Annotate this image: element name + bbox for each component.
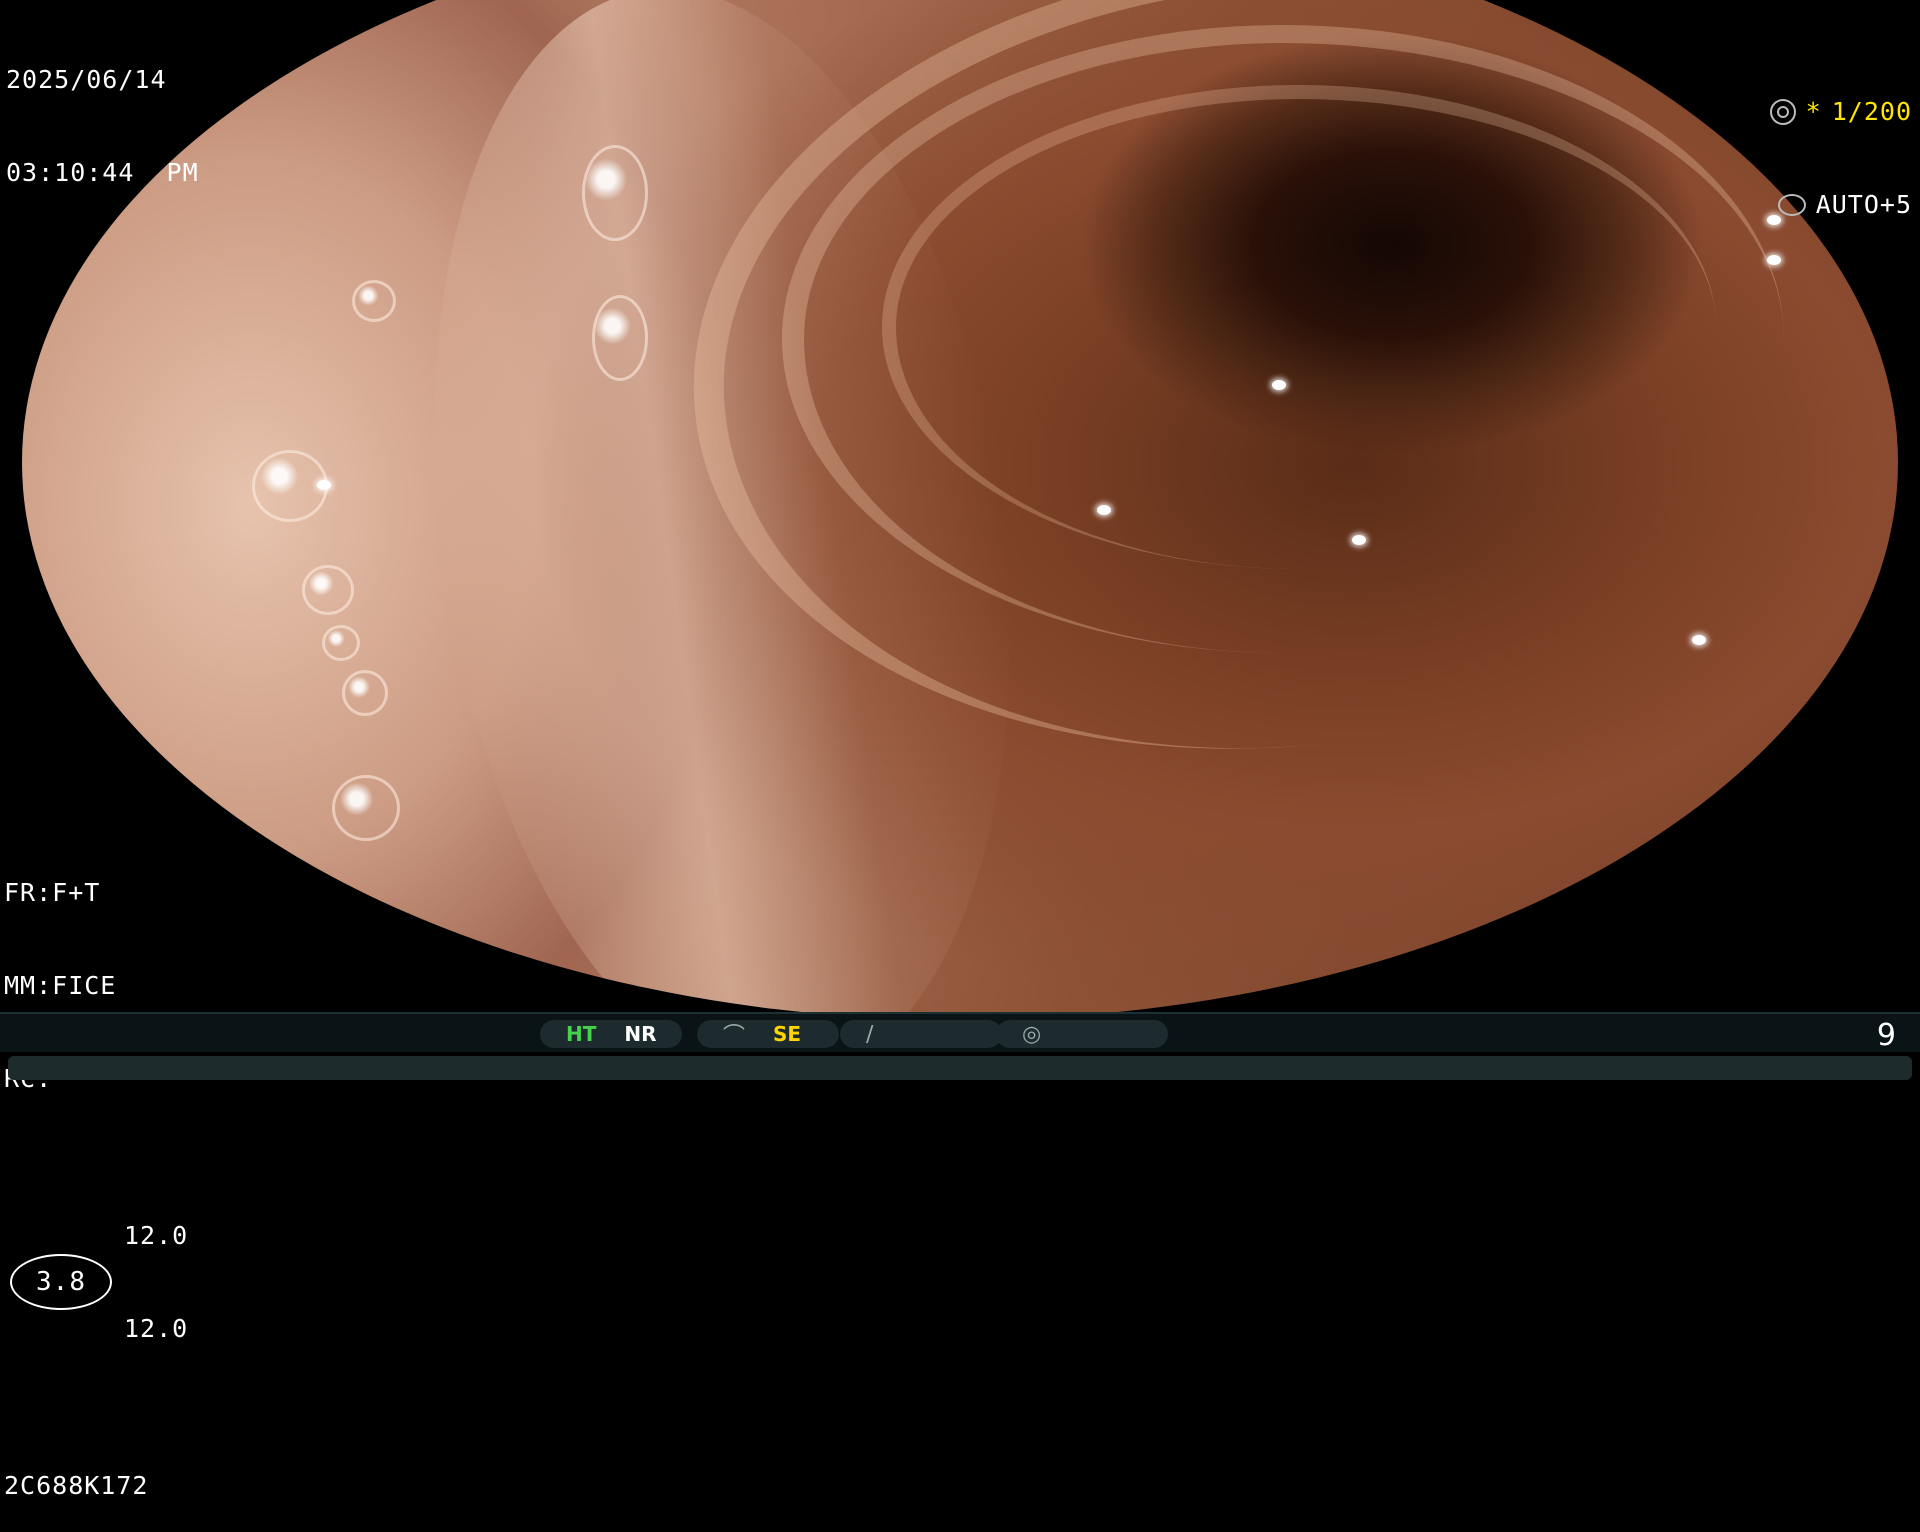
mm-label: MM:FICE: [4, 971, 117, 1000]
exposure-value: AUTO+5: [1815, 190, 1912, 219]
structure-enhance-icon: ⌒: [723, 1024, 746, 1049]
exposure-overlay: * 1/200 AUTO+5: [1769, 34, 1912, 251]
bubble: [582, 145, 648, 241]
bubble: [592, 295, 648, 381]
ring-value-1: 12.0: [124, 1221, 189, 1250]
page-number: 9: [1876, 1018, 1896, 1053]
ring-value: 3.8: [10, 1254, 112, 1310]
circular-fold: [882, 85, 1716, 569]
exposure-row: AUTO+5: [1770, 189, 1912, 220]
specular-highlight: [1097, 505, 1111, 515]
slash-icon: ∕: [866, 1021, 874, 1047]
bottom-bar: [8, 1056, 1912, 1080]
se-indicator: ⌒ SE: [697, 1020, 839, 1049]
specular-highlight: [1767, 255, 1781, 265]
bubble: [332, 775, 400, 841]
ring-indicator: 3.8 12.0 12.0: [4, 1158, 220, 1406]
ring-value-2: 12.0: [124, 1314, 189, 1343]
specular-highlight: [317, 480, 331, 490]
ht-nr-indicator: HT NR: [540, 1020, 682, 1048]
ht-label: HT: [566, 1022, 597, 1046]
bubble: [322, 625, 360, 661]
shutter-row: * 1/200: [1769, 96, 1912, 127]
serial-number: 2C688K172: [4, 1471, 149, 1500]
specular-highlight: [1272, 380, 1286, 390]
datetime-overlay: 2025/06/14 03:10:44 PM: [6, 2, 199, 219]
se-label: SE: [773, 1022, 802, 1046]
bubble: [352, 280, 396, 322]
settings-overlay: FR:F+T MM:FICE RC: 3.8 12.0 12.0 2C688K1…: [4, 815, 220, 1532]
fr-label: FR:F+T: [4, 878, 101, 907]
date-label: 2025/06/14: [6, 65, 167, 94]
status-bar: HT NR ⌒ SE ∕ ◎: [0, 1012, 1920, 1052]
iris-icon: [1777, 193, 1806, 216]
slot-3-indicator: ∕: [840, 1020, 1002, 1048]
shutter-marker: *: [1805, 97, 1822, 126]
bubble: [342, 670, 388, 716]
aperture-icon: [1769, 98, 1796, 125]
nr-label: NR: [624, 1022, 657, 1046]
shutter-value: 1/200: [1831, 97, 1912, 126]
slot-4-indicator: ◎: [996, 1020, 1168, 1048]
scope-icon: ◎: [1022, 1021, 1042, 1047]
specular-highlight: [1352, 535, 1366, 545]
specular-highlight: [1692, 635, 1706, 645]
endoscope-view: [22, 0, 1898, 1020]
bubble: [302, 565, 354, 615]
time-label: 03:10:44 PM: [6, 158, 199, 187]
